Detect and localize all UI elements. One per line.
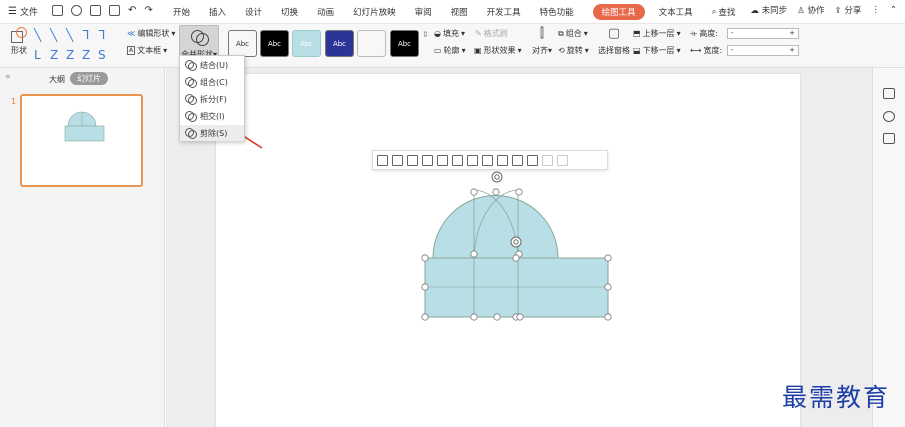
- align-top-icon[interactable]: [422, 154, 433, 166]
- menu-item-label: 组合(C): [200, 77, 228, 87]
- distribute-h-icon[interactable]: [467, 154, 478, 166]
- right-sidebar: [872, 68, 905, 427]
- menu-item-combine[interactable]: 组合(C): [180, 74, 244, 90]
- group-icon[interactable]: [527, 154, 538, 166]
- dome-shape: [432, 195, 559, 259]
- combine-icon: [185, 77, 197, 88]
- intersect-icon: [185, 111, 197, 122]
- property-icon[interactable]: [883, 88, 895, 99]
- align-bottom-icon[interactable]: [452, 154, 463, 166]
- subtract-icon: [185, 128, 197, 139]
- base-rectangle: [424, 257, 609, 318]
- menu-item-fragment[interactable]: 拆分(F): [180, 91, 244, 107]
- distribute-v-icon[interactable]: [482, 154, 493, 166]
- align-center-icon[interactable]: [392, 154, 403, 166]
- lock-icon[interactable]: [542, 154, 553, 166]
- menu-item-label: 相交(I): [200, 111, 225, 121]
- align-right-icon[interactable]: [407, 154, 418, 166]
- union-icon: [185, 60, 197, 71]
- rotate-icon[interactable]: [497, 154, 508, 166]
- menu-item-subtract[interactable]: 剪除(S): [180, 125, 244, 141]
- watermark-text: 最需教育: [782, 383, 891, 412]
- menu-item-label: 结合(U): [200, 60, 229, 70]
- floating-align-toolbar: [372, 150, 608, 170]
- more-icon[interactable]: [557, 154, 568, 166]
- align-left-icon[interactable]: [377, 154, 388, 166]
- menu-item-intersect[interactable]: 相交(I): [180, 108, 244, 124]
- crop-icon[interactable]: [512, 154, 523, 166]
- slide-shapes: [231, 128, 612, 321]
- menu-item-label: 拆分(F): [200, 94, 227, 104]
- merge-shape-dropdown: 结合(U) 组合(C) 拆分(F) 相交(I) 剪除(S): [179, 55, 245, 141]
- copy-icon[interactable]: [883, 133, 895, 144]
- star-icon[interactable]: [883, 111, 895, 122]
- fragment-icon: [185, 94, 197, 105]
- align-middle-icon[interactable]: [437, 154, 448, 166]
- menu-item-union[interactable]: 结合(U): [180, 57, 244, 73]
- menu-item-label: 剪除(S): [200, 128, 228, 138]
